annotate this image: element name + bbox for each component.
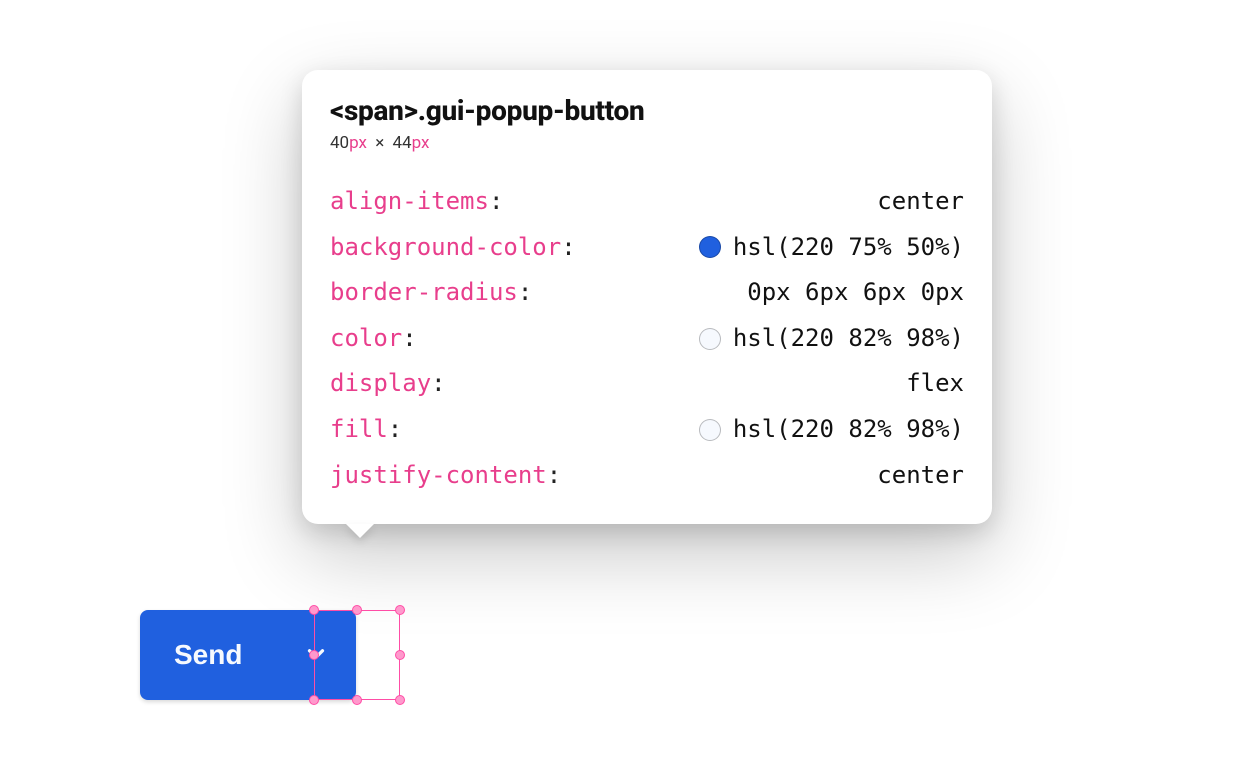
dim-unit-w: px xyxy=(349,133,367,153)
css-property-name: align-items xyxy=(330,187,489,215)
css-property-row: border-radius: 0px 6px 6px 0px xyxy=(330,270,964,316)
color-swatch xyxy=(699,236,721,258)
dim-height: 44 xyxy=(392,133,411,153)
selector-class: .gui-popup-button xyxy=(418,94,645,127)
css-property-row: align-items: center xyxy=(330,179,964,225)
css-property-row: display: flex xyxy=(330,361,964,407)
resize-handle-ne[interactable] xyxy=(395,605,405,615)
css-property-name: display xyxy=(330,369,431,397)
color-swatch xyxy=(699,419,721,441)
css-property-colon: : xyxy=(489,187,503,215)
css-property-value: center xyxy=(877,453,964,499)
resize-handle-se[interactable] xyxy=(395,695,405,705)
css-property-name: justify-content xyxy=(330,461,547,489)
css-property-value: hsl(220 75% 50%) xyxy=(733,225,964,271)
css-property-row: fill: hsl(220 82% 98%) xyxy=(330,407,964,453)
send-button-label: Send xyxy=(174,639,242,671)
css-property-value: 0px 6px 6px 0px xyxy=(747,270,964,316)
css-property-colon: : xyxy=(431,369,445,397)
css-property-row: justify-content: center xyxy=(330,453,964,499)
element-dimensions: 40px × 44px xyxy=(330,133,964,153)
css-property-value: hsl(220 82% 98%) xyxy=(733,316,964,362)
css-property-name: color xyxy=(330,324,402,352)
selector-label: <span>.gui-popup-button xyxy=(330,94,964,127)
css-properties-list: align-items: center background-color: hsl(2… xyxy=(330,179,964,498)
css-property-name: border-radius xyxy=(330,278,518,306)
tooltip-arrow xyxy=(346,524,374,538)
css-property-name: fill xyxy=(330,415,388,443)
css-property-colon: : xyxy=(518,278,532,306)
css-property-colon: : xyxy=(561,233,575,261)
css-property-value: center xyxy=(877,179,964,225)
css-property-row: color: hsl(220 82% 98%) xyxy=(330,316,964,362)
css-property-colon: : xyxy=(547,461,561,489)
popup-toggle-button[interactable] xyxy=(276,610,356,700)
css-inspector-tooltip: <span>.gui-popup-button 40px × 44px alig… xyxy=(302,70,992,524)
split-button: Send xyxy=(140,610,356,700)
dim-width: 40 xyxy=(330,133,349,153)
css-property-value: hsl(220 82% 98%) xyxy=(733,407,964,453)
css-property-colon: : xyxy=(402,324,416,352)
color-swatch xyxy=(699,328,721,350)
send-button[interactable]: Send xyxy=(140,610,276,700)
dim-multiply: × xyxy=(375,133,384,153)
dim-unit-h: px xyxy=(412,133,430,153)
css-property-colon: : xyxy=(388,415,402,443)
selector-tag: <span> xyxy=(330,94,418,127)
chevron-down-icon xyxy=(303,641,329,670)
css-property-value: flex xyxy=(906,361,964,407)
css-property-name: background-color xyxy=(330,233,561,261)
css-property-row: background-color: hsl(220 75% 50%) xyxy=(330,225,964,271)
resize-handle-e[interactable] xyxy=(395,650,405,660)
